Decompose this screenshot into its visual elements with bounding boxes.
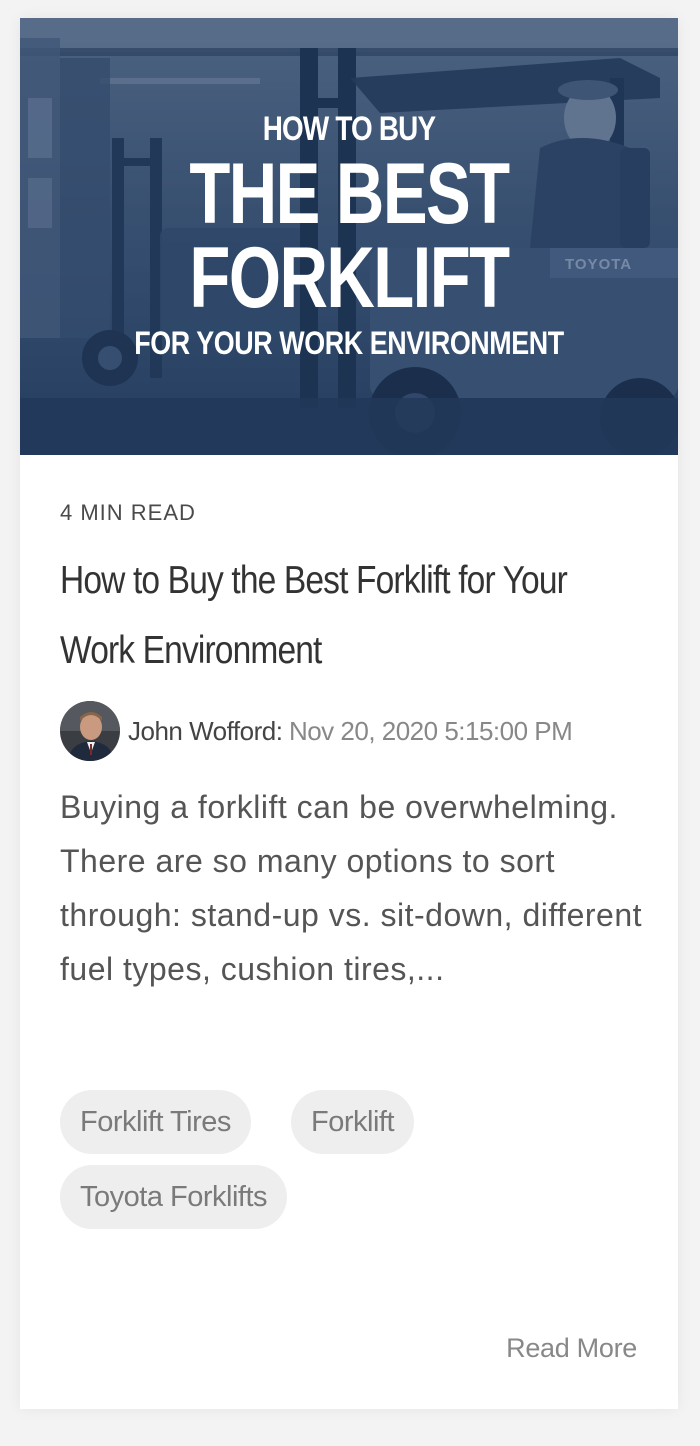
headline-line-4: FOR YOUR WORK ENVIRONMENT <box>134 325 564 361</box>
author-avatar[interactable] <box>60 701 120 761</box>
tag-forklift[interactable]: Forklift <box>291 1090 414 1154</box>
author-name-link[interactable]: John Wofford <box>128 716 276 747</box>
headline-line-2: THE BEST <box>189 146 510 242</box>
tag-toyota-forklifts[interactable]: Toyota Forklifts <box>60 1165 287 1229</box>
post-title-link[interactable]: How to Buy the Best Forklift for Your Wo… <box>60 546 640 686</box>
read-more-link[interactable]: Read More <box>506 1333 637 1364</box>
author-byline: John Wofford: Nov 20, 2020 5:15:00 PM <box>60 701 660 761</box>
post-excerpt: Buying a forklift can be overwhelming. T… <box>60 789 642 987</box>
post-date: Nov 20, 2020 5:15:00 PM <box>288 715 573 746</box>
tag-forklift-tires[interactable]: Forklift Tires <box>60 1090 251 1154</box>
headline-line-1: HOW TO BUY <box>262 110 436 148</box>
author-separator: : <box>275 715 283 746</box>
headline-line-3: FORKLIFT <box>189 230 510 326</box>
read-time-label: 4 MIN READ <box>60 500 196 525</box>
featured-image[interactable]: TOYOTA HOW TO BUY THE BEST FORKLIFT FOR … <box>20 18 678 455</box>
blog-post-card[interactable]: TOYOTA HOW TO BUY THE BEST FORKLIFT FOR … <box>20 18 678 1409</box>
author-photo-icon <box>60 701 120 761</box>
